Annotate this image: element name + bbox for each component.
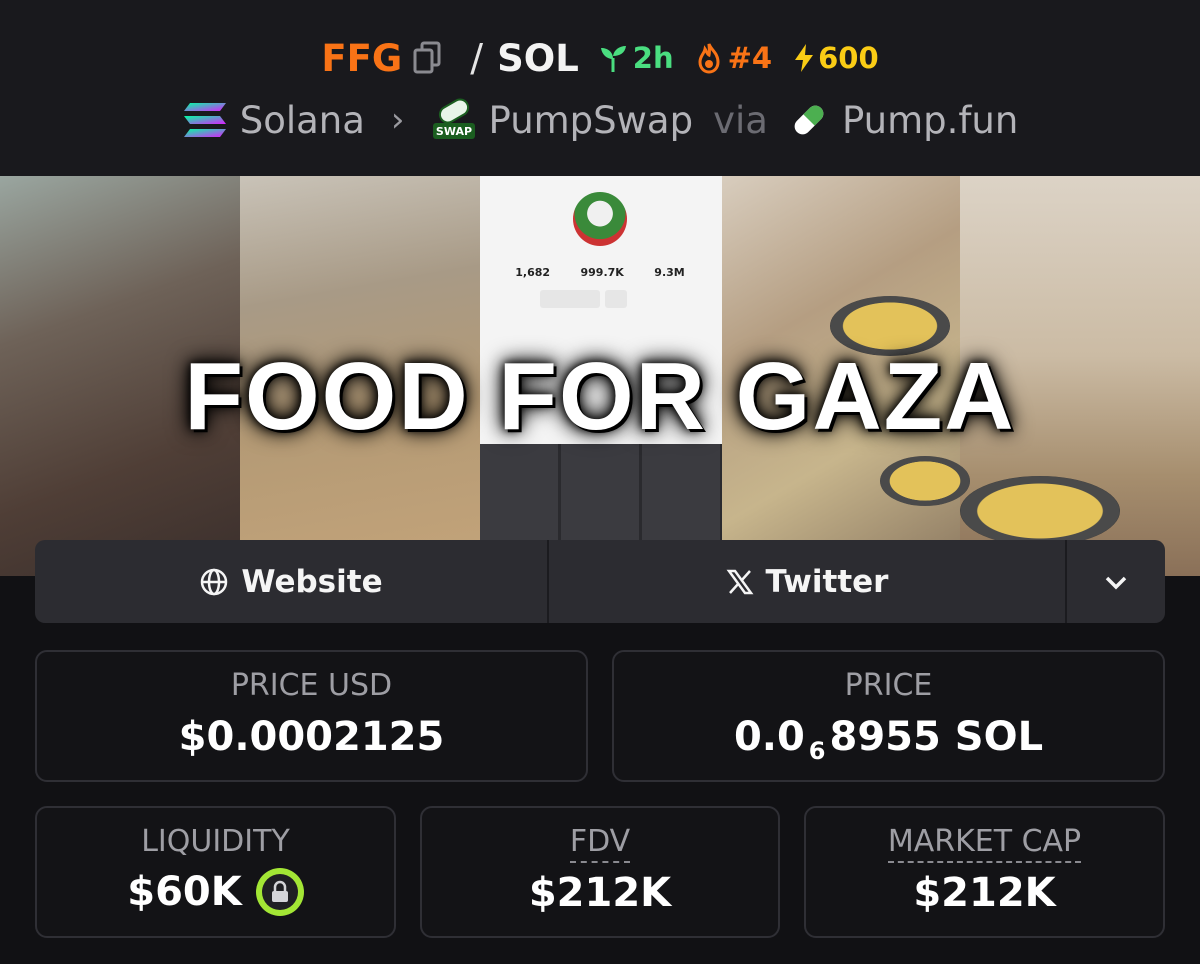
swap-badge-text: SWAP	[435, 125, 471, 138]
pill-icon	[794, 105, 824, 135]
fdv-value: $212K	[528, 870, 672, 916]
price-native-label: PRICE	[844, 668, 933, 703]
pair-header: FFG / SOL 2h #4 600 Solana › SWAP PumpSw…	[0, 0, 1200, 176]
fdv-label-row: FDV	[422, 824, 778, 863]
quote-symbol: SOL	[497, 36, 579, 80]
banner-pot	[960, 476, 1120, 546]
liquidity-card: LIQUIDITY $60K	[35, 806, 396, 938]
price-prefix: 0.0	[733, 714, 805, 760]
x-icon	[726, 569, 753, 594]
copy-icon[interactable]	[412, 38, 446, 78]
social-links-bar: Website Twitter	[35, 540, 1165, 623]
launchpad-name[interactable]: Pump.fun	[842, 99, 1018, 142]
pair-path: Solana › SWAP PumpSwap via Pump.fun	[0, 92, 1200, 148]
phone-stat: 9.3M	[654, 266, 685, 279]
price-native-value: 0.0 6 8955 SOL	[614, 714, 1163, 765]
lightning-icon	[795, 44, 814, 72]
banner-phone-button	[605, 290, 627, 308]
pair-age: 2h	[597, 41, 674, 75]
rank-text: #4	[727, 41, 773, 75]
chain-name[interactable]: Solana	[240, 99, 365, 142]
price-zero-count: 6	[808, 737, 826, 765]
banner-phone-stats: 1,682 999.7K 9.3M	[500, 266, 700, 279]
phone-stat: 1,682	[515, 266, 551, 279]
price-usd-value: $0.0002125	[178, 714, 445, 760]
fire-icon	[698, 43, 720, 74]
banner-phone-button	[540, 290, 600, 308]
price-usd-label: PRICE USD	[230, 668, 393, 703]
market-cap-card: MARKET CAP $212K	[804, 806, 1165, 938]
boost-count[interactable]: 600	[792, 41, 879, 75]
more-links-button[interactable]	[1067, 540, 1165, 623]
chevron-down-icon	[1105, 576, 1127, 589]
token-banner-image: 1,682 999.7K 9.3M FOOD FOR GAZA	[0, 176, 1200, 576]
price-native-card: PRICE 0.0 6 8955 SOL	[612, 650, 1165, 782]
liquidity-value: $60K	[127, 869, 242, 915]
age-text: 2h	[632, 41, 674, 75]
boost-text: 600	[818, 41, 879, 75]
trending-rank[interactable]: #4	[694, 41, 772, 75]
pumpswap-icon: SWAP	[431, 97, 477, 143]
solana-icon	[183, 103, 226, 137]
fdv-label[interactable]: FDV	[569, 824, 631, 863]
price-usd-card: PRICE USD $0.0002125	[35, 650, 588, 782]
liquidity-row: $60K	[37, 868, 394, 916]
token-symbol: FFG	[321, 36, 403, 80]
price-suffix: 8955 SOL	[829, 714, 1044, 760]
website-label: Website	[241, 563, 383, 600]
banner-title: FOOD FOR GAZA	[184, 343, 1016, 450]
liquidity-label: LIQUIDITY	[141, 824, 290, 859]
globe-icon	[201, 568, 228, 595]
pair-title-row: FFG / SOL 2h #4 600	[0, 30, 1200, 86]
pair-separator: /	[470, 36, 484, 80]
market-cap-label[interactable]: MARKET CAP	[887, 824, 1082, 863]
twitter-label: Twitter	[765, 563, 889, 600]
via-text: via	[713, 98, 768, 142]
lock-icon[interactable]	[255, 868, 304, 916]
dex-name[interactable]: PumpSwap	[489, 99, 694, 142]
phone-stat: 999.7K	[580, 266, 624, 279]
market-cap-value: $212K	[913, 870, 1056, 916]
banner-phone-avatar	[573, 192, 627, 246]
seedling-icon	[600, 46, 626, 72]
twitter-button[interactable]: Twitter	[549, 540, 1067, 623]
website-button[interactable]: Website	[35, 540, 549, 623]
chevron-right-icon: ›	[390, 100, 405, 140]
banner-pot	[880, 456, 970, 506]
fdv-card: FDV $212K	[420, 806, 780, 938]
market-cap-label-row: MARKET CAP	[806, 824, 1163, 863]
